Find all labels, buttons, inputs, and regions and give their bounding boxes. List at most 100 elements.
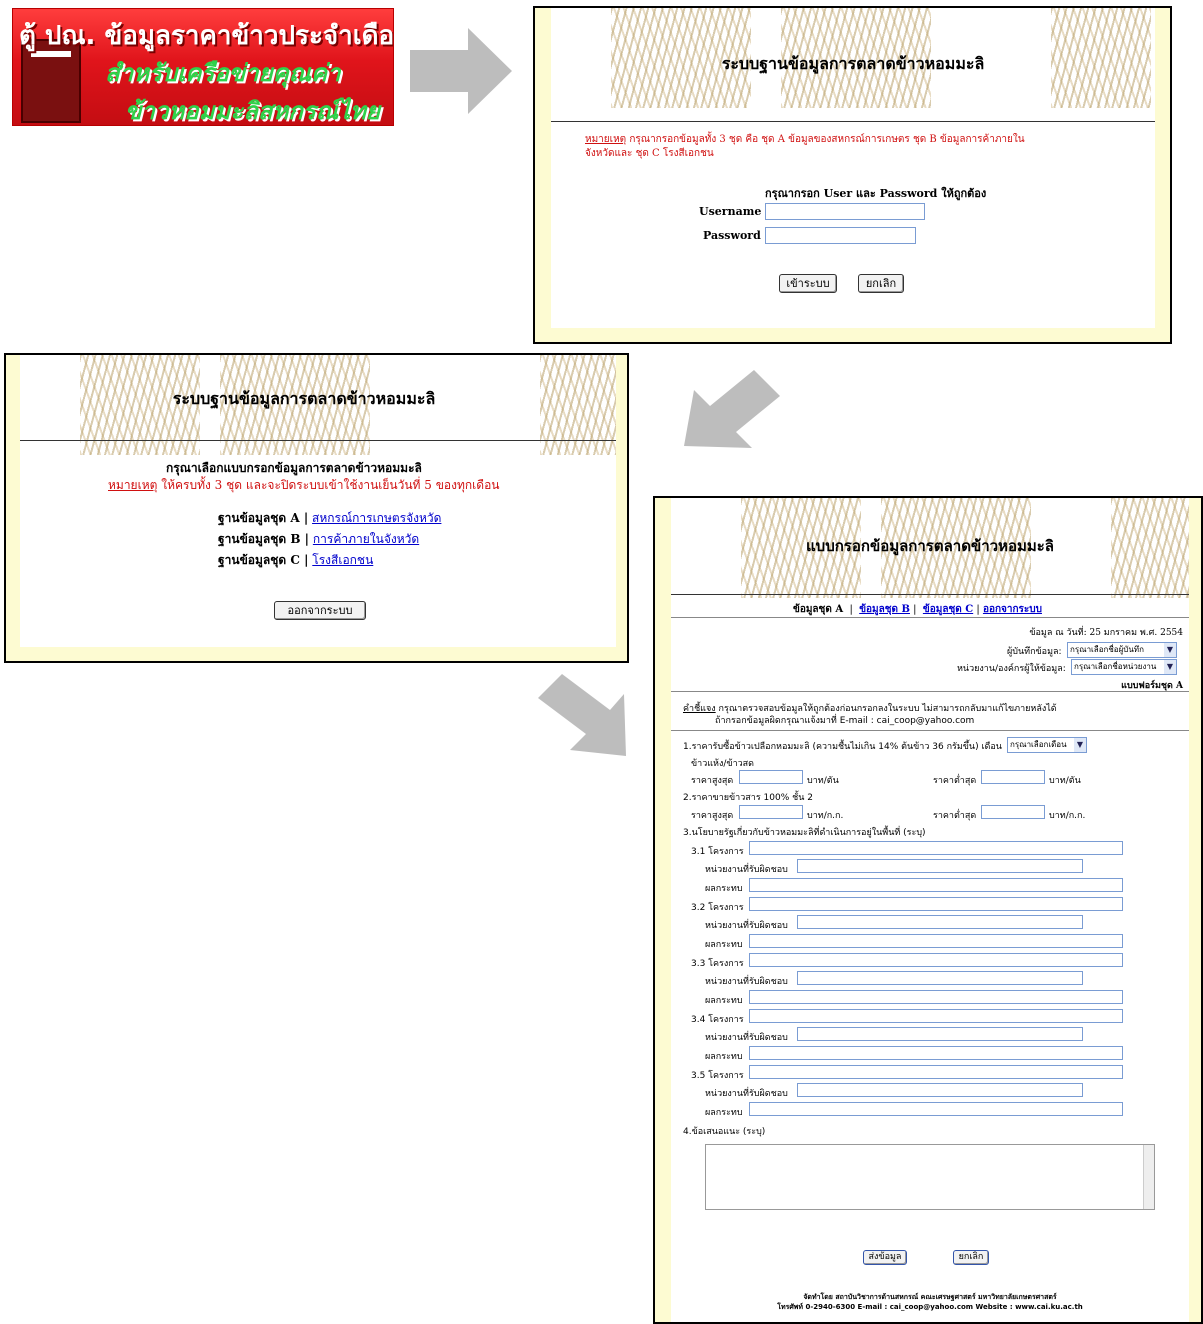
set-b-label: ฐานข้อมูลชุด B | bbox=[218, 532, 310, 546]
form-nav: ข้อมูลชุด A | ข้อมูลชุด B | ข้อมูลชุด C … bbox=[793, 602, 1042, 617]
q1-label: 1.ราคารับซื้อข้าวเปลือกหอมมะลิ (ความชื้น… bbox=[683, 742, 1002, 752]
username-label: Username : bbox=[699, 205, 770, 218]
impact-label: ผลกระทบ bbox=[705, 1052, 743, 1062]
q2-max-unit: บาท/ก.ก. bbox=[807, 811, 844, 821]
impact-label: ผลกระทบ bbox=[705, 1108, 743, 1118]
q1-max-label: ราคาสูงสุด bbox=[691, 776, 734, 786]
project-1-resp-input[interactable] bbox=[797, 859, 1083, 873]
set-c-label: ฐานข้อมูลชุด C | bbox=[218, 553, 309, 567]
form-panel: แบบกรอกข้อมูลการตลาดข้าวหอมมะลิ ข้อมูลชุ… bbox=[653, 496, 1203, 1324]
arrow-down-left-icon bbox=[684, 370, 780, 448]
set-b-row: ฐานข้อมูลชุด B | การค้าภายในจังหวัด bbox=[218, 530, 419, 549]
impact-label: ผลกระทบ bbox=[705, 884, 743, 894]
project-4-resp-input[interactable] bbox=[797, 1027, 1083, 1041]
q2-max-input[interactable] bbox=[739, 805, 803, 819]
cancel-button[interactable]: ยกเลิก bbox=[953, 1250, 989, 1265]
login-panel: ระบบฐานข้อมูลการตลาดข้าวหอมมะลิ หมายเหตุ… bbox=[533, 6, 1172, 344]
project-1-impact-input[interactable] bbox=[749, 878, 1123, 892]
project-label: 3.5 โครงการ bbox=[691, 1071, 744, 1081]
resp-label: หน่วยงานที่รับผิดชอบ bbox=[705, 1089, 788, 1099]
resp-label: หน่วยงานที่รับผิดชอบ bbox=[705, 865, 788, 875]
note-text: ให้ครบทั้ง 3 ชุด และจะปิดระบบเข้าใช้งานเ… bbox=[161, 478, 500, 492]
username-input[interactable] bbox=[765, 203, 925, 220]
project-label: 3.2 โครงการ bbox=[691, 903, 744, 913]
chevron-down-icon: ▼ bbox=[1074, 738, 1086, 752]
q1-max-input[interactable] bbox=[739, 770, 803, 784]
form-name: แบบฟอร์มชุด A bbox=[1121, 681, 1183, 691]
banner-line-1: ตู้ ปณ. ข้อมูลราคาข้าวประจำเดือน bbox=[19, 21, 394, 51]
page-title: ระบบฐานข้อมูลการตลาดข้าวหอมมะลิ bbox=[172, 389, 436, 408]
project-3-resp-input[interactable] bbox=[797, 971, 1083, 985]
chevron-down-icon: ▼ bbox=[1164, 643, 1176, 657]
resp-label: หน่วยงานที่รับผิดชอบ bbox=[705, 977, 788, 987]
agency-select[interactable]: กรุณาเลือกชื่อหน่วยงาน ▼ bbox=[1071, 659, 1177, 675]
project-label: 3.1 โครงการ bbox=[691, 847, 744, 857]
project-4-impact-input[interactable] bbox=[749, 1046, 1123, 1060]
password-input[interactable] bbox=[765, 227, 916, 244]
resp-label: หน่วยงานที่รับผิดชอบ bbox=[705, 921, 788, 931]
project-3-impact-input[interactable] bbox=[749, 990, 1123, 1004]
agency-label: หน่วยงาน/องค์กรผู้ให้ข้อมูล: bbox=[957, 664, 1066, 674]
suggestion-textarea[interactable] bbox=[705, 1144, 1155, 1210]
nav-current: ข้อมูลชุด A bbox=[793, 604, 844, 615]
q2-min-input[interactable] bbox=[981, 805, 1045, 819]
menu-panel: ระบบฐานข้อมูลการตลาดข้าวหอมมะลิ กรุณาเลื… bbox=[4, 353, 629, 663]
set-b-link[interactable]: การค้าภายในจังหวัด bbox=[313, 532, 419, 546]
password-label: Password : bbox=[703, 229, 769, 242]
set-c-row: ฐานข้อมูลชุด C | โรงสีเอกชน bbox=[218, 551, 373, 570]
banner-line-3: ข้าวหอมมะลิสหกรณ์ไทย bbox=[125, 97, 380, 125]
impact-label: ผลกระทบ bbox=[705, 996, 743, 1006]
project-5-resp-input[interactable] bbox=[797, 1083, 1083, 1097]
impact-label: ผลกระทบ bbox=[705, 940, 743, 950]
set-c-link[interactable]: โรงสีเอกชน bbox=[312, 553, 373, 567]
login-prompt: กรุณากรอก User และ Password ให้ถูกต้อง bbox=[765, 187, 987, 200]
logout-button[interactable]: ออกจากระบบ bbox=[274, 601, 366, 620]
project-1-input[interactable] bbox=[749, 841, 1123, 855]
date-line: ข้อมูล ณ วันที่: 25 มกราคม พ.ศ. 2554 bbox=[1029, 628, 1183, 638]
submit-button[interactable]: ส่งข้อมูล bbox=[863, 1250, 907, 1265]
project-4-input[interactable] bbox=[749, 1009, 1123, 1023]
nav-sep: | bbox=[849, 604, 853, 615]
month-select[interactable]: กรุณาเลือกเดือน ▼ bbox=[1007, 737, 1087, 753]
instr-text-2: ถ้ากรอกข้อมูลผิดกรุณาแจ้งมาที่ E-mail : … bbox=[715, 716, 975, 726]
project-label: 3.3 โครงการ bbox=[691, 959, 744, 969]
arrow-right-icon bbox=[410, 28, 512, 114]
footer-line-2: โทรศัพท์ 0-2940-6300 E-mail : cai_coop@y… bbox=[777, 1303, 1083, 1311]
chevron-down-icon: ▼ bbox=[1164, 660, 1176, 674]
page-title: ระบบฐานข้อมูลการตลาดข้าวหอมมะลิ bbox=[721, 54, 985, 73]
project-5-impact-input[interactable] bbox=[749, 1102, 1123, 1116]
note-label: หมายเหตุ bbox=[108, 478, 158, 492]
page-title: แบบกรอกข้อมูลการตลาดข้าวหอมมะลิ bbox=[806, 537, 1054, 555]
project-3-input[interactable] bbox=[749, 953, 1123, 967]
banner-image: ตู้ ปณ. ข้อมูลราคาข้าวประจำเดือน สำหรับเ… bbox=[12, 8, 394, 126]
note-label: หมายเหตุ bbox=[585, 134, 627, 145]
project-5-input[interactable] bbox=[749, 1065, 1123, 1079]
login-button[interactable]: เข้าระบบ bbox=[779, 274, 837, 293]
cancel-button[interactable]: ยกเลิก bbox=[858, 274, 904, 293]
nav-sep: | bbox=[913, 604, 917, 615]
q2-max-label: ราคาสูงสุด bbox=[691, 811, 734, 821]
agency-select-value: กรุณาเลือกชื่อหน่วยงาน bbox=[1074, 662, 1157, 671]
project-2-resp-input[interactable] bbox=[797, 915, 1083, 929]
project-2-impact-input[interactable] bbox=[749, 934, 1123, 948]
q1-min-input[interactable] bbox=[981, 770, 1045, 784]
nav-set-b-link[interactable]: ข้อมูลชุด B bbox=[859, 604, 910, 615]
nav-logout-link[interactable]: ออกจากระบบ bbox=[983, 604, 1042, 615]
q1-min-unit: บาท/ตัน bbox=[1049, 776, 1081, 786]
recorder-select-value: กรุณาเลือกชื่อผู้บันทึก bbox=[1070, 645, 1144, 654]
nav-set-c-link[interactable]: ข้อมูลชุด C bbox=[923, 604, 973, 615]
q1-sub: ข้าวแห้ง/ข้าวสด bbox=[691, 759, 755, 769]
nav-sep: | bbox=[976, 604, 980, 615]
q2-min-label: ราคาต่ำสุด bbox=[933, 811, 977, 821]
scrollbar[interactable] bbox=[1143, 1145, 1154, 1209]
banner-line-2: สำหรับเครือข่ายคุณค่า bbox=[105, 59, 341, 87]
set-a-link[interactable]: สหกรณ์การเกษตรจังหวัด bbox=[312, 511, 441, 525]
q3-label: 3.นโยบายรัฐเกี่ยวกับข้าวหอมมะลิที่ดำเนิน… bbox=[683, 828, 926, 838]
recorder-select[interactable]: กรุณาเลือกชื่อผู้บันทึก ▼ bbox=[1067, 642, 1177, 658]
note-text: กรุณากรอกข้อมูลทั้ง 3 ชุด คือ ชุด A ข้อม… bbox=[629, 134, 1025, 145]
set-a-row: ฐานข้อมูลชุด A | สหกรณ์การเกษตรจังหวัด bbox=[218, 509, 441, 528]
project-2-input[interactable] bbox=[749, 897, 1123, 911]
q1-max-unit: บาท/ตัน bbox=[807, 776, 839, 786]
set-a-label: ฐานข้อมูลชุด A | bbox=[218, 511, 309, 525]
q2-label: 2.ราคาขายข้าวสาร 100% ชั้น 2 bbox=[683, 793, 813, 803]
